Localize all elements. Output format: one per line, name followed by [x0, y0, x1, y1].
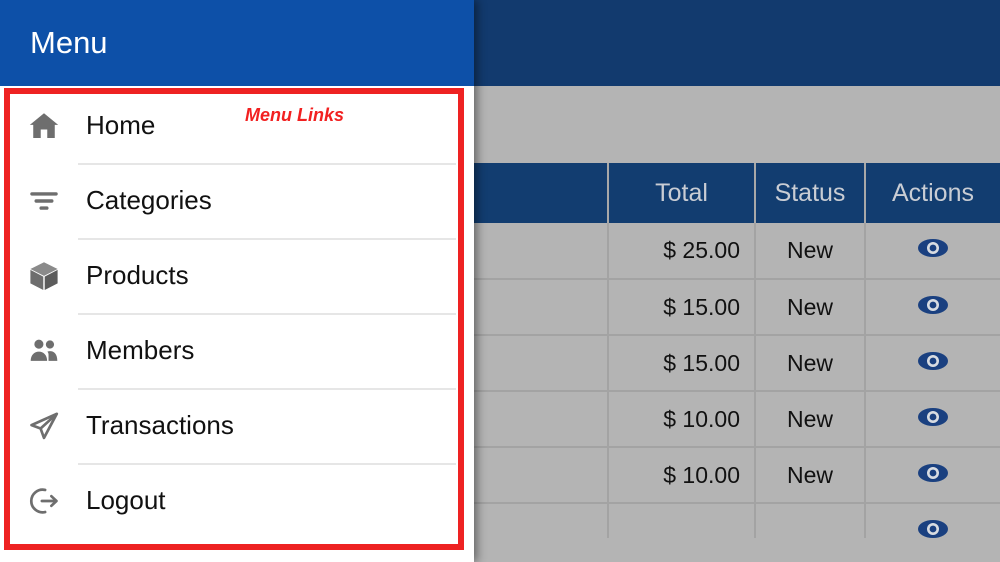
- menu-item-label: Logout: [86, 485, 166, 515]
- eye-icon[interactable]: [917, 406, 949, 432]
- home-icon: [24, 106, 64, 146]
- menu-item-label: Members: [86, 335, 195, 365]
- menu-links-annotation: Menu Links: [245, 105, 345, 125]
- navigation-drawer: Menu Menu Links Home Categories Products…: [0, 0, 474, 562]
- eye-icon[interactable]: [917, 462, 949, 488]
- cell-total: $ 15.00: [608, 335, 756, 392]
- column-header-actions[interactable]: Actions: [865, 163, 1000, 223]
- eye-icon[interactable]: [917, 350, 949, 376]
- menu-item-label: Categories: [86, 185, 212, 215]
- cell-actions: [865, 447, 1000, 504]
- cell-total: $ 10.00: [608, 391, 756, 448]
- menu-item-transactions[interactable]: Transactions: [0, 388, 464, 463]
- cell-status: New: [755, 391, 866, 448]
- cell-status: New: [755, 447, 866, 504]
- column-header-status[interactable]: Status: [755, 163, 866, 223]
- eye-icon[interactable]: [917, 237, 949, 263]
- eye-icon[interactable]: [917, 294, 949, 320]
- cell-actions: [865, 223, 1000, 280]
- drawer-header: Menu: [0, 0, 474, 86]
- menu-item-products[interactable]: Products: [0, 238, 464, 313]
- logout-icon: [24, 481, 64, 521]
- menu-item-label: Home: [86, 110, 156, 140]
- cell-actions: [865, 279, 1000, 336]
- menu-item-label: Transactions: [86, 410, 234, 440]
- people-icon: [24, 331, 64, 371]
- cell-status: New: [755, 279, 866, 336]
- menu-list: Home Categories Products Members Transac…: [0, 88, 464, 538]
- send-icon: [24, 406, 64, 446]
- drawer-title: Menu: [30, 25, 108, 60]
- cell-total: $ 10.00: [608, 447, 756, 504]
- menu-item-members[interactable]: Members: [0, 313, 464, 388]
- cell-actions: [865, 335, 1000, 392]
- menu-item-logout[interactable]: Logout: [0, 463, 464, 538]
- cell-status: New: [755, 335, 866, 392]
- menu-item-home[interactable]: Home: [0, 88, 464, 163]
- box-icon: [24, 256, 64, 296]
- column-header-total[interactable]: Total: [608, 163, 756, 223]
- cell-actions: [865, 391, 1000, 448]
- cell-total: $ 25.00: [608, 223, 756, 280]
- menu-item-label: Products: [86, 260, 189, 290]
- cell-status: New: [755, 223, 866, 280]
- cell-total: $ 15.00: [608, 279, 756, 336]
- filter-icon: [24, 181, 64, 221]
- menu-item-categories[interactable]: Categories: [0, 163, 464, 238]
